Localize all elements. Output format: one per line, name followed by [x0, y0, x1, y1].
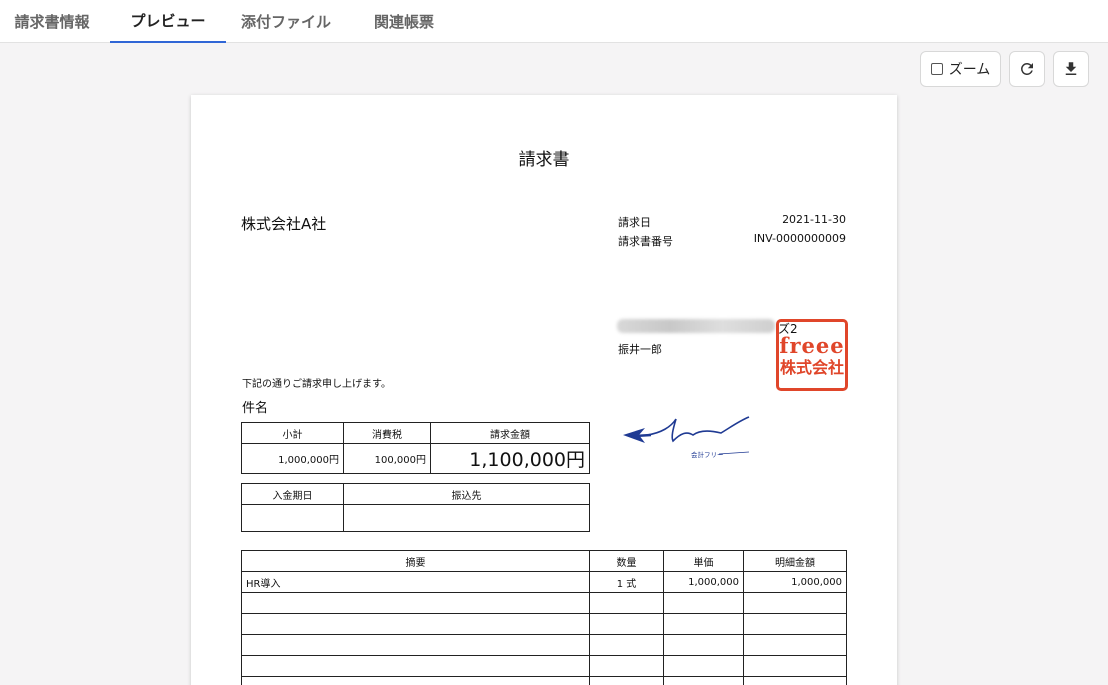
item-unit-price [663, 613, 744, 635]
table-row [241, 592, 847, 614]
subtotal-header: 小計 [241, 422, 344, 444]
item-description [241, 676, 590, 685]
invoice-date-value: 2021-11-30 [782, 213, 846, 226]
item-unit-price: 1,000,000 [663, 571, 744, 593]
summary-table: 小計 消費税 請求金額 1,000,000円 100,000円 1,100,00… [241, 422, 590, 474]
item-line-amount: 1,000,000 [743, 571, 847, 593]
zoom-checkbox[interactable] [930, 63, 943, 75]
redacted-issuer-name [617, 319, 775, 333]
reload-icon [1021, 63, 1033, 75]
tab-preview[interactable]: プレビュー [110, 0, 226, 43]
payment-table: 入金期日 振込先 [241, 483, 590, 532]
due-date-value [241, 504, 344, 532]
client-name: 株式会社A社 [241, 215, 327, 233]
zoom-toggle[interactable]: ズーム [920, 51, 1001, 87]
table-row [241, 655, 847, 677]
item-line-amount [743, 613, 847, 635]
bank-account-header: 振込先 [343, 483, 590, 505]
item-description [241, 655, 590, 677]
item-description [241, 634, 590, 656]
item-line-amount [743, 676, 847, 685]
item-description: HR導入 [241, 571, 590, 593]
table-row [241, 634, 847, 656]
description-header: 摘要 [241, 550, 590, 572]
zoom-label: ズーム [948, 62, 991, 78]
tab-attachments[interactable]: 添付ファイル [228, 0, 344, 43]
due-date-header: 入金期日 [241, 483, 344, 505]
tax-value: 100,000円 [343, 443, 431, 474]
item-line-amount [743, 655, 847, 677]
logo-caption: 会計フリー [691, 450, 724, 459]
invoice-preview: 請求書 株式会社A社 請求日 2021-11-30 請求書番号 INV-0000… [191, 95, 897, 685]
item-quantity [589, 655, 664, 677]
subtotal-value: 1,000,000円 [241, 443, 344, 474]
tab-bar: 請求書情報 プレビュー 添付ファイル 関連帳票 [0, 0, 1108, 43]
item-quantity: 1 式 [589, 571, 664, 593]
reload-button[interactable] [1009, 51, 1045, 87]
tab-related-documents[interactable]: 関連帳票 [352, 0, 456, 43]
item-unit-price [663, 676, 744, 685]
item-quantity [589, 592, 664, 614]
table-row [241, 613, 847, 635]
quantity-header: 数量 [589, 550, 664, 572]
item-unit-price [663, 634, 744, 656]
bank-account-value [343, 504, 590, 532]
table-row [241, 676, 847, 685]
greeting-text: 下記の通りご請求申し上げます。 [242, 379, 391, 390]
invoice-date-label: 請求日 [618, 216, 651, 229]
issuer-name-partial: ズ2 [778, 322, 798, 336]
tax-header: 消費税 [343, 422, 431, 444]
line-items-table: 摘要 数量 単価 明細金額 HR導入 1 式 1,000,000 1,000,0… [241, 550, 847, 685]
stamp-line1: freee [779, 332, 845, 358]
unit-price-header: 単価 [663, 550, 744, 572]
item-description [241, 613, 590, 635]
issuer-person: 振井一郎 [618, 343, 662, 356]
total-header: 請求金額 [430, 422, 590, 444]
item-quantity [589, 676, 664, 685]
item-unit-price [663, 592, 744, 614]
invoice-title: 請求書 [518, 150, 570, 170]
invoice-number-label: 請求書番号 [618, 235, 673, 248]
table-row: HR導入 1 式 1,000,000 1,000,000 [241, 571, 847, 593]
tab-invoice-info[interactable]: 請求書情報 [0, 0, 104, 43]
download-button[interactable] [1053, 51, 1089, 87]
download-icon [1065, 62, 1077, 75]
total-value: 1,100,000円 [430, 443, 590, 474]
item-unit-price [663, 655, 744, 677]
freee-logo-icon: 会計フリー [623, 416, 750, 459]
invoice-number-value: INV-0000000009 [753, 232, 846, 245]
item-quantity [589, 634, 664, 656]
subject-label: 件名 [242, 401, 269, 416]
line-amount-header: 明細金額 [743, 550, 847, 572]
item-quantity [589, 613, 664, 635]
item-line-amount [743, 634, 847, 656]
item-description [241, 592, 590, 614]
item-line-amount [743, 592, 847, 614]
stamp-line2: 株式会社 [779, 357, 844, 377]
